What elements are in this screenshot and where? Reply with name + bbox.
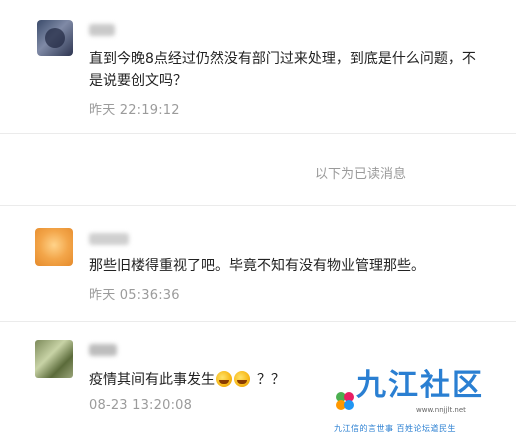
comment-text: 那些旧楼得重视了吧。毕竟不知有没有物业管理那些。 xyxy=(89,258,425,274)
watermark-slogan: 九江信的言世事 百姓论坛道民生 xyxy=(334,424,457,433)
nickname-blurred xyxy=(89,344,117,356)
emoji-laugh-icon xyxy=(216,371,232,387)
divider xyxy=(0,133,516,134)
site-watermark-logo: 九江社区 www.nnjjlt.net 九江信的言世事 百姓论坛道民生 xyxy=(326,360,496,436)
comment-timestamp: 昨天 22:19:12 xyxy=(89,103,180,118)
comment-item: 直到今晚8点经过仍然没有部门过来处理，到底是什么问题，不 是说要创文吗？ 昨天 … xyxy=(0,0,516,130)
comment-text-body: 疫情其间有此事发生 xyxy=(89,372,215,388)
avatar[interactable] xyxy=(37,20,73,56)
comment-text-line: 直到今晚8点经过仍然没有部门过来处理，到底是什么问题，不 xyxy=(89,51,476,67)
watermark-url: www.nnjjlt.net xyxy=(416,406,466,414)
comment-item: 那些旧楼得重视了吧。毕竟不知有没有物业管理那些。 昨天 05:36:36 xyxy=(0,206,516,316)
comment-text: 直到今晚8点经过仍然没有部门过来处理，到底是什么问题，不 是说要创文吗？ xyxy=(89,48,494,92)
watermark-title: 九江社区 xyxy=(356,368,484,403)
avatar[interactable] xyxy=(35,340,73,378)
comment-text-line: 是说要创文吗？ xyxy=(89,73,187,89)
comment-timestamp: 昨天 05:36:36 xyxy=(89,288,180,303)
clover-logo-icon xyxy=(336,392,354,410)
comment-text-suffix: ？？ xyxy=(257,372,285,388)
avatar[interactable] xyxy=(35,228,73,266)
read-messages-separator: 以下为已读消息 xyxy=(314,167,406,182)
nickname-blurred xyxy=(89,233,129,245)
comment-timestamp: 08-23 13:20:08 xyxy=(89,398,193,413)
nickname-blurred xyxy=(89,24,115,36)
emoji-laugh-icon xyxy=(234,371,250,387)
